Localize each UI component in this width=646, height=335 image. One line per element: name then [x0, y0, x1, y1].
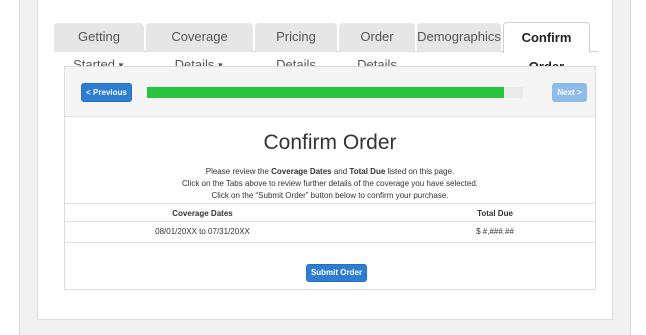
confirm-order-content: < Previous Next > Confirm Order Please r…	[64, 66, 596, 290]
column-header: Total Due	[477, 209, 513, 218]
column-header: Coverage Dates	[172, 209, 233, 218]
tab-coverage-details[interactable]: Coverage Details ▼	[146, 23, 253, 72]
instruction-emphasis: Coverage Dates	[271, 167, 332, 176]
tab-bar: Getting Started ▼ Coverage Details ▼ Prici…	[54, 22, 598, 74]
progress-bar	[147, 87, 523, 98]
instruction-text: Please review the	[205, 167, 272, 176]
tab-getting-started[interactable]: Getting Started ▼	[54, 23, 144, 72]
next-button[interactable]: Next >	[552, 83, 587, 102]
submit-order-button[interactable]: Submit Order	[306, 264, 367, 282]
table-row: 08/01/20XX to 07/31/20XX $ #,###.##	[65, 222, 595, 243]
instruction-line-2: Click on the Tabs above to review furthe…	[181, 179, 479, 188]
order-summary-table: Coverage Dates Total Due 08/01/20XX to 0…	[65, 203, 595, 243]
tab-demographics[interactable]: Demographics	[417, 23, 501, 52]
tab-pricing-details[interactable]: Pricing Details	[255, 23, 337, 72]
instruction-line-1: Please review the Coverage Dates and Tot…	[65, 167, 595, 176]
order-panel: Getting Started ▼ Coverage Details ▼ Prici…	[37, 0, 613, 320]
instruction-text: and	[331, 167, 350, 176]
instruction-emphasis: Total Due	[349, 167, 386, 176]
instruction-line-3: Click on the “Submit Order” button below…	[211, 191, 449, 200]
previous-button[interactable]: < Previous	[81, 83, 132, 102]
total-due-value: $ #,###.##	[476, 227, 514, 236]
progress-fill	[147, 87, 505, 98]
tab-confirm-order[interactable]: Confirm Order	[503, 22, 590, 74]
instruction-text: listed on this page.	[385, 167, 455, 176]
tab-order-details[interactable]: Order Details	[339, 23, 415, 72]
coverage-dates-value: 08/01/20XX to 07/31/20XX	[155, 227, 250, 236]
table-header: Coverage Dates Total Due	[65, 203, 595, 222]
page-title: Confirm Order	[263, 131, 397, 154]
progress-area: < Previous Next >	[65, 67, 595, 117]
tab-label: Demographics	[417, 29, 501, 44]
